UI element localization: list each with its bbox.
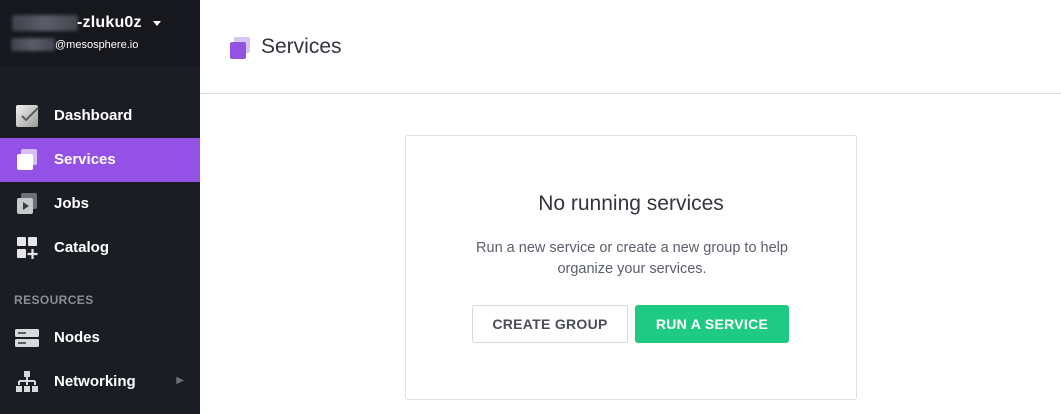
sidebar: -zluku0z @mesosphere.io Dashboard Servic… [0,0,200,414]
redacted-email [11,38,55,51]
main-content: No running services Run a new service or… [200,94,1061,414]
catalog-icon [17,237,38,259]
page-title: Services [261,35,342,58]
sidebar-item-label: Nodes [54,329,100,346]
services-icon [17,149,37,170]
empty-state-title: No running services [538,192,724,215]
sidebar-item-label: Services [54,151,116,168]
dashboard-icon [16,105,39,127]
sidebar-item-label: Networking [54,373,136,390]
sidebar-section-resources: RESOURCES [14,293,94,307]
empty-state-description: Run a new service or create a new group … [476,240,788,277]
sidebar-item-jobs[interactable]: Jobs [0,182,200,226]
sidebar-item-nodes[interactable]: Nodes [0,316,200,360]
sidebar-item-dashboard[interactable]: Dashboard [0,94,200,138]
empty-state-panel: No running services Run a new service or… [405,135,857,400]
redacted-username [12,15,78,31]
nodes-icon [15,329,39,347]
sidebar-item-services[interactable]: Services [0,138,200,182]
sidebar-item-label: Catalog [54,239,110,256]
jobs-icon [17,193,37,214]
sidebar-item-networking[interactable]: Networking ▶ [0,360,200,404]
user-email: @mesosphere.io [55,39,139,51]
sidebar-item-catalog[interactable]: Catalog [0,226,200,270]
sidebar-item-label: Dashboard [54,107,133,124]
networking-icon [16,371,38,392]
chevron-right-icon: ▶ [176,375,184,386]
user-account-menu[interactable]: -zluku0z @mesosphere.io [0,0,200,66]
run-service-button[interactable]: RUN A SERVICE [635,305,789,343]
services-icon [230,37,250,59]
caret-down-icon[interactable] [153,21,161,26]
user-name: -zluku0z [77,14,142,31]
page-header: Services [200,0,1061,94]
create-group-button[interactable]: CREATE GROUP [472,305,628,343]
sidebar-item-label: Jobs [54,195,90,212]
